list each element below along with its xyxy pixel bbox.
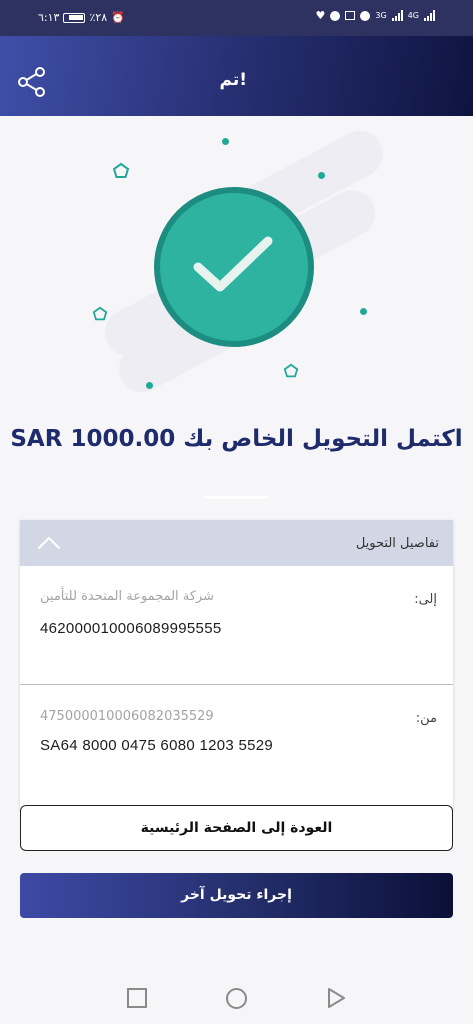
recipient-account: 462000010006089995555	[40, 620, 222, 637]
sender-account: 475000010006082035529	[40, 709, 214, 724]
back-icon[interactable]	[325, 987, 347, 1009]
success-circle	[154, 187, 314, 347]
divider	[204, 496, 268, 499]
app-header: تم!	[0, 36, 473, 116]
alarm-icon: ⏰	[111, 11, 125, 24]
recipient-row: إلى: شركة المجموعة المتحدة للتأمين 46200…	[20, 566, 453, 684]
network-4g: 4G	[407, 11, 419, 20]
message-icon	[345, 11, 356, 20]
collapse-button[interactable]	[36, 533, 62, 553]
recents-icon[interactable]	[126, 987, 148, 1009]
success-message: اكتمل التحويل الخاص بك SAR 1000.00	[10, 426, 463, 452]
details-header[interactable]: تفاصيل التحويل	[20, 520, 453, 566]
page-title: تم!	[219, 70, 247, 90]
sender-iban: SA64 8000 0475 6080 1203 5529	[40, 737, 274, 754]
decor-pentagon	[112, 162, 130, 178]
share-button[interactable]	[16, 66, 48, 98]
decor-pentagon	[92, 306, 108, 321]
heart-icon: ♥	[315, 9, 326, 22]
clock-icon	[360, 10, 371, 21]
status-bar: ٦:١٣ ٪٢٨ ⏰ ♥ 3G 4G	[0, 0, 473, 36]
home-icon[interactable]	[225, 987, 248, 1010]
decor-dot	[360, 308, 367, 315]
check-icon	[193, 236, 273, 292]
decor-dot	[222, 138, 229, 145]
signal-icon-2	[424, 10, 435, 21]
transfer-success-screen: ٦:١٣ ٪٢٨ ⏰ ♥ 3G 4G تم! اكتمل التحويل الخ…	[0, 0, 473, 1024]
success-illustration	[70, 122, 400, 401]
recipient-name: شركة المجموعة المتحدة للتأمين	[40, 589, 215, 604]
details-title: تفاصيل التحويل	[355, 536, 439, 551]
to-label: إلى:	[414, 592, 437, 607]
facebook-icon	[330, 10, 341, 21]
battery-percent: ٪٢٨	[89, 11, 108, 24]
decor-pentagon	[283, 363, 299, 378]
new-transfer-button[interactable]: إجراء تحويل آخر	[20, 873, 453, 918]
from-label: من:	[415, 711, 437, 726]
decor-dot	[146, 382, 153, 389]
back-home-button[interactable]: العودة إلى الصفحة الرئيسية	[20, 805, 453, 851]
status-time: ٦:١٣	[38, 11, 60, 24]
sender-row: من: 475000010006082035529 SA64 8000 0475…	[20, 685, 453, 805]
decor-dot	[318, 172, 325, 179]
status-left: ٦:١٣ ٪٢٨ ⏰	[38, 11, 125, 24]
status-right: ♥ 3G 4G	[316, 10, 435, 21]
chevron-up-icon	[37, 536, 61, 550]
transfer-details-card: تفاصيل التحويل إلى: شركة المجموعة المتحد…	[20, 520, 453, 810]
signal-icon	[391, 10, 403, 21]
battery-icon	[63, 12, 86, 23]
share-icon	[18, 67, 45, 97]
system-nav-bar	[0, 972, 473, 1024]
network-3g: 3G	[375, 11, 387, 20]
